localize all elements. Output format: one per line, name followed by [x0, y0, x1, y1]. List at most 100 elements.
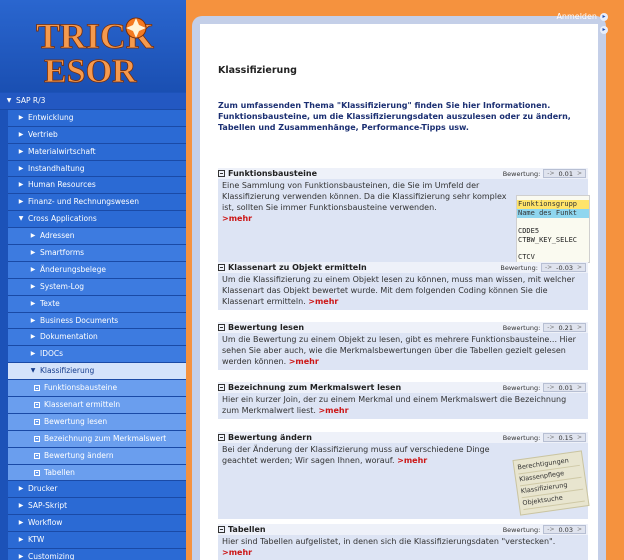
- code-thumbnail[interactable]: Funktionsgrupp Name des Funkt CDDE5 CTBW…: [516, 195, 590, 263]
- search-link[interactable]: Suchen ▸: [556, 23, 608, 36]
- chevron-right-icon: ▶: [30, 333, 36, 341]
- arrow-right-icon[interactable]: >: [577, 324, 582, 331]
- nav-item-smartforms[interactable]: ▶ Smartforms: [8, 245, 186, 262]
- nav-item-klassenart-ermitteln[interactable]: Klassenart ermitteln: [8, 397, 186, 414]
- arrow-left-icon[interactable]: ->: [547, 384, 554, 391]
- nav-item-drucker[interactable]: ▶ Drucker: [8, 481, 186, 499]
- arrow-circle-icon: ▸: [600, 12, 608, 21]
- bullet-box-icon: [34, 385, 40, 392]
- nav-item-adressen[interactable]: ▶ Adressen: [8, 228, 186, 246]
- nav-item-dokumentation[interactable]: ▶ Dokumentation: [8, 329, 186, 347]
- arrow-right-icon[interactable]: >: [577, 384, 582, 391]
- nav-item-customizing[interactable]: ▶ Customizing: [8, 549, 186, 560]
- more-link[interactable]: >mehr: [308, 297, 338, 306]
- chevron-down-icon: ▼: [18, 215, 24, 223]
- nav-item-sap-r3[interactable]: ▼ SAP R/3: [0, 93, 186, 110]
- arrow-right-icon[interactable]: >: [577, 526, 582, 533]
- nav-item-ktw[interactable]: ▶ KTW: [8, 532, 186, 550]
- more-link[interactable]: >mehr: [222, 214, 252, 223]
- more-link[interactable]: >mehr: [397, 456, 427, 465]
- card-title[interactable]: Klassenart zu Objekt ermitteln: [218, 263, 367, 272]
- rating-widget[interactable]: -> 0.03 >: [543, 525, 586, 534]
- rating: Bewertung: -> 0.03 >: [503, 525, 586, 534]
- more-link[interactable]: >mehr: [318, 406, 348, 415]
- nav-item-entwicklung[interactable]: ▶ Entwicklung: [8, 109, 186, 127]
- nav-item-materialwirtschaft[interactable]: ▶ Materialwirtschaft: [8, 143, 186, 161]
- card-body: Um die Bewertung zu einem Objekt zu lese…: [218, 333, 588, 370]
- chevron-down-icon: ▼: [6, 96, 12, 104]
- nav-item-tabellen[interactable]: Tabellen: [8, 464, 186, 482]
- main-panel: Klassifizierung Zum umfassenden Thema "K…: [192, 16, 606, 560]
- more-link[interactable]: >mehr: [289, 357, 319, 366]
- chevron-right-icon: ▶: [18, 164, 24, 172]
- arrow-left-icon[interactable]: ->: [547, 170, 554, 177]
- rating-widget[interactable]: -> 0.01 >: [543, 169, 586, 178]
- rating: Bewertung: -> 0.01 >: [503, 383, 586, 392]
- chevron-right-icon: ▶: [18, 536, 24, 544]
- arrow-left-icon[interactable]: ->: [547, 526, 554, 533]
- card-header: Funktionsbausteine Bewertung: -> 0.01 >: [218, 168, 588, 179]
- card-header: Klassenart zu Objekt ermitteln Bewertung…: [218, 262, 588, 273]
- nav-item-klassifizierung[interactable]: ▼ Klassifizierung: [8, 363, 186, 381]
- nav-item-aenderungsbelege[interactable]: ▶ Änderungsbelege: [8, 261, 186, 279]
- card-title[interactable]: Tabellen: [218, 525, 266, 534]
- chevron-right-icon: ▶: [18, 181, 24, 189]
- card-body: Um die Klassifizierung zu einem Objekt l…: [218, 273, 588, 310]
- nav-item-bewertung-aendern[interactable]: Bewertung ändern: [8, 447, 186, 465]
- arrow-left-icon[interactable]: ->: [547, 434, 554, 441]
- collapse-box-icon[interactable]: [218, 264, 225, 271]
- nav-item-system-log[interactable]: ▶ System-Log: [8, 278, 186, 296]
- card-title[interactable]: Bezeichnung zum Merkmalswert lesen: [218, 383, 401, 392]
- nav-item-instandhaltung[interactable]: ▶ Instandhaltung: [8, 160, 186, 178]
- rating-widget[interactable]: -> 0.01 >: [543, 383, 586, 392]
- nav-item-sap-skript[interactable]: ▶ SAP-Skript: [8, 498, 186, 516]
- logo-text-bottom: ESOR: [44, 53, 137, 86]
- nav-item-business-documents[interactable]: ▶ Business Documents: [8, 312, 186, 330]
- arrow-right-icon[interactable]: >: [577, 170, 582, 177]
- nav-item-vertrieb[interactable]: ▶ Vertrieb: [8, 126, 186, 144]
- nav-item-human-resources[interactable]: ▶ Human Resources: [8, 177, 186, 195]
- nav-item-texte[interactable]: ▶ Texte: [8, 295, 186, 313]
- rating-widget[interactable]: -> 0.21 >: [543, 323, 586, 332]
- card-body: Hier sind Tabellen aufgelistet, in denen…: [218, 535, 588, 560]
- nav-item-finanz[interactable]: ▶ Finanz- und Rechnungswesen: [8, 194, 186, 212]
- chevron-right-icon: ▶: [18, 198, 24, 206]
- card-bewertung-aendern: Bewertung ändern Bewertung: -> 0.15 > Bei d…: [218, 432, 590, 519]
- menu-thumbnail[interactable]: Berechtigungen Klassenpflege Klassifizie…: [512, 450, 590, 516]
- chevron-right-icon: ▶: [30, 316, 36, 324]
- chevron-right-icon: ▶: [18, 113, 24, 121]
- collapse-box-icon[interactable]: [218, 434, 225, 441]
- nav-item-funktionsbausteine[interactable]: Funktionsbausteine: [8, 380, 186, 398]
- collapse-box-icon[interactable]: [218, 526, 225, 533]
- nav-item-idocs[interactable]: ▶ IDOCs: [8, 346, 186, 364]
- arrow-left-icon[interactable]: ->: [545, 264, 552, 271]
- bullet-box-icon: [34, 435, 40, 442]
- card-bezeichnung: Bezeichnung zum Merkmalswert lesen Bewer…: [218, 382, 588, 419]
- collapse-box-icon[interactable]: [218, 170, 225, 177]
- nav-item-bewertung-lesen[interactable]: Bewertung lesen: [8, 413, 186, 431]
- card-tabellen: Tabellen Bewertung: -> 0.03 > Hier sind Tab…: [218, 524, 588, 560]
- trickresor-logo[interactable]: TRICK ESOR: [34, 14, 164, 86]
- login-link[interactable]: Anmelden ▸: [556, 10, 608, 23]
- arrow-right-icon[interactable]: >: [577, 264, 582, 271]
- bullet-box-icon: [34, 418, 40, 425]
- collapse-box-icon[interactable]: [218, 324, 225, 331]
- rating-widget[interactable]: -> 0.15 >: [543, 433, 586, 442]
- card-title[interactable]: Funktionsbausteine: [218, 169, 317, 178]
- bullet-box-icon: [34, 401, 40, 408]
- nav-item-bezeichnung-merkmalswert[interactable]: Bezeichnung zum Merkmalswert: [8, 430, 186, 448]
- collapse-box-icon[interactable]: [218, 384, 225, 391]
- chevron-down-icon: ▼: [30, 367, 36, 375]
- nav-item-cross-applications[interactable]: ▼ Cross Applications: [8, 211, 186, 229]
- bullet-box-icon: [34, 452, 40, 459]
- rating: Bewertung: -> -0.03 >: [500, 263, 586, 272]
- more-link[interactable]: >mehr: [222, 548, 252, 557]
- card-header: Tabellen Bewertung: -> 0.03 >: [218, 524, 588, 535]
- nav-item-workflow[interactable]: ▶ Workflow: [8, 515, 186, 533]
- arrow-left-icon[interactable]: ->: [547, 324, 554, 331]
- card-title[interactable]: Bewertung lesen: [218, 323, 304, 332]
- arrow-right-icon[interactable]: >: [577, 434, 582, 441]
- card-title[interactable]: Bewertung ändern: [218, 433, 312, 442]
- rating-widget[interactable]: -> -0.03 >: [540, 263, 586, 272]
- bullet-box-icon: [34, 469, 40, 476]
